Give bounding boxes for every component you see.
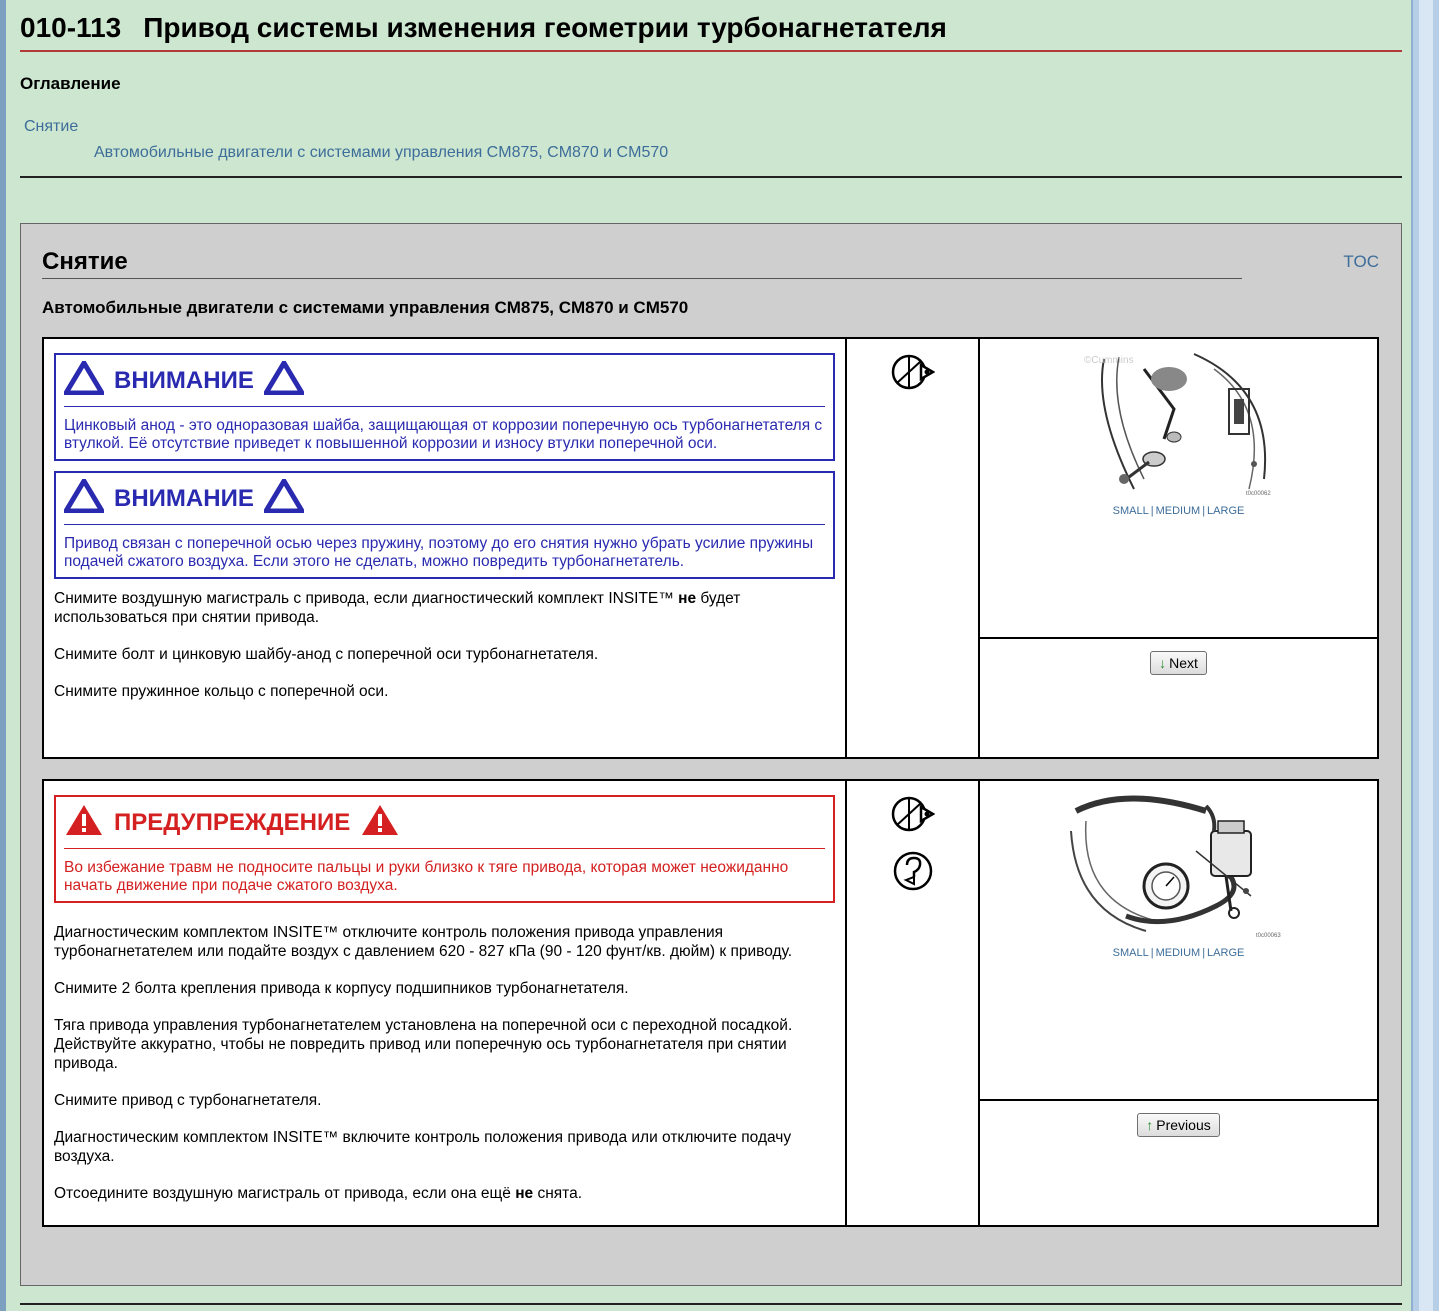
warning-triangle-icon [261, 358, 307, 400]
svg-text:t0c00063: t0c00063 [1256, 933, 1281, 939]
step-icon-column [847, 339, 980, 757]
warning-callout: ПРЕДУПРЕЖДЕНИЕ Во избежание травм не под… [54, 795, 835, 903]
procedure-step-1: ВНИМАНИЕ Цинковый анод - это одноразовая… [42, 337, 1379, 759]
instruction-paragraph: Снимите привод с турбонагнетателя. [54, 1091, 835, 1110]
danger-triangle-icon [360, 803, 400, 842]
toc-back-link[interactable]: TOC [1343, 252, 1379, 272]
instruction-paragraph: Снимите воздушную магистраль с привода, … [54, 589, 835, 627]
instruction-text: Снимите воздушную магистраль с привода, … [54, 590, 679, 607]
size-medium-link[interactable]: MEDIUM [1156, 947, 1201, 959]
caution-title: ВНИМАНИЕ [114, 484, 254, 512]
instruction-text: Диагностическим комплектом INSITE™ включ… [54, 1129, 792, 1165]
document-page: 010-113 Привод системы изменения геометри… [20, 0, 1402, 178]
size-medium-link[interactable]: MEDIUM [1156, 505, 1201, 517]
question-icon [892, 850, 934, 897]
warning-header: ПРЕДУПРЕЖДЕНИЕ [64, 803, 825, 849]
caution-text: Цинковый анод - это одноразовая шайба, з… [64, 417, 823, 452]
procedure-number: 010-113 [20, 12, 122, 43]
step-image-column: ©Cummins t0c00062 SMALL | MEDIUM | LARGE ↓ Ne… [980, 339, 1377, 757]
instruction-paragraph: Снимите пружинное кольцо с поперечной ос… [54, 682, 835, 701]
step-text-column: ВНИМАНИЕ Цинковый анод - это одноразовая… [44, 339, 847, 757]
step-text-column: ПРЕДУПРЕЖДЕНИЕ Во избежание травм не под… [44, 781, 847, 1225]
toc-heading: Оглавление [20, 74, 121, 93]
instruction-text: Диагностическим комплектом INSITE™ отклю… [54, 924, 793, 960]
instruction-paragraph: Снимите болт и цинковую шайбу-анод с поп… [54, 645, 835, 664]
section-title: Снятие [42, 248, 1242, 279]
svg-text:t0c00062: t0c00062 [1246, 491, 1271, 497]
image-size-links: SMALL | MEDIUM | LARGE [1112, 505, 1245, 517]
navigation-cell: ↑ Previous [980, 1101, 1377, 1225]
instruction-text: Снимите привод с турбонагнетателя. [54, 1092, 322, 1109]
caution-callout: ВНИМАНИЕ Привод связан с поперечной осью… [54, 471, 835, 579]
size-small-link[interactable]: SMALL [1113, 947, 1149, 959]
bottom-divider [20, 1303, 1402, 1305]
instruction-text: Снимите болт и цинковую шайбу-анод с поп… [54, 646, 599, 663]
caution-text: Привод связан с поперечной осью через пр… [64, 535, 814, 570]
next-label: Next [1169, 655, 1198, 671]
instruction-emphasis: не [515, 1185, 534, 1202]
scrollbar-track[interactable] [1419, 0, 1433, 1311]
instruction-paragraph: Снимите 2 болта крепления привода к корп… [54, 979, 835, 998]
instruction-text: Отсоедините воздушную магистраль от прив… [54, 1185, 516, 1202]
caution-callout: ВНИМАНИЕ Цинковый анод - это одноразовая… [54, 353, 835, 461]
danger-triangle-icon [64, 803, 104, 842]
procedure-step-2: ПРЕДУПРЕЖДЕНИЕ Во избежание травм не под… [42, 779, 1379, 1227]
previous-button[interactable]: ↑ Previous [1137, 1113, 1220, 1137]
instruction-text: Снимите 2 болта крепления привода к корп… [54, 980, 629, 997]
instruction-text: Тяга привода управления турбонагнетателе… [54, 1017, 793, 1072]
instruction-paragraph: Диагностическим комплектом INSITE™ отклю… [54, 923, 835, 961]
instruction-text: снята. [533, 1185, 583, 1202]
arrow-down-icon: ↓ [1159, 655, 1167, 671]
wrench-tool-icon [891, 795, 935, 838]
toc-link-removal[interactable]: Снятие [24, 118, 1402, 136]
turbo-illustration-2[interactable]: t0c00063 [1066, 791, 1291, 941]
instruction-text: Снимите пружинное кольцо с поперечной ос… [54, 683, 389, 700]
illustration-cell: ©Cummins t0c00062 SMALL | MEDIUM | LARGE [980, 339, 1377, 639]
step-image-column: t0c00063 SMALL | MEDIUM | LARGE ↑ Previous [980, 781, 1377, 1225]
step-icon-column [847, 781, 980, 1225]
image-size-links: SMALL | MEDIUM | LARGE [1112, 947, 1245, 959]
toc-link-engines[interactable]: Автомобильные двигатели с системами упра… [94, 144, 1402, 162]
svg-text:©Cummins: ©Cummins [1084, 355, 1134, 366]
size-small-link[interactable]: SMALL [1113, 505, 1149, 517]
toc-divider [20, 176, 1402, 178]
size-large-link[interactable]: LARGE [1207, 505, 1244, 517]
procedure-title: Привод системы изменения геометрии турбо… [143, 12, 947, 43]
page-title: 010-113 Привод системы изменения геометри… [20, 0, 1402, 52]
warning-triangle-icon [61, 358, 107, 400]
navigation-cell: ↓ Next [980, 639, 1377, 757]
removal-section: Снятие TOC Автомобильные двигатели с сис… [20, 223, 1402, 1286]
next-button[interactable]: ↓ Next [1150, 651, 1207, 675]
warning-title: ПРЕДУПРЕЖДЕНИЕ [114, 808, 351, 836]
window-left-border [0, 0, 6, 1311]
vertical-scrollbar[interactable] [1411, 0, 1439, 1311]
section-subtitle: Автомобильные двигатели с системами упра… [42, 298, 689, 317]
instruction-emphasis: не [678, 590, 697, 607]
size-large-link[interactable]: LARGE [1207, 947, 1244, 959]
instruction-paragraph: Отсоедините воздушную магистраль от прив… [54, 1184, 835, 1203]
warning-text: Во избежание травм не подносите пальцы и… [64, 859, 789, 894]
caution-title: ВНИМАНИЕ [114, 366, 254, 394]
warning-triangle-icon [261, 476, 307, 518]
warning-triangle-icon [61, 476, 107, 518]
caution-header: ВНИМАНИЕ [61, 358, 825, 407]
wrench-tool-icon [891, 353, 935, 396]
caution-header: ВНИМАНИЕ [61, 476, 825, 525]
previous-label: Previous [1156, 1117, 1211, 1133]
turbo-illustration-1[interactable]: ©Cummins t0c00062 [1073, 349, 1284, 499]
instruction-paragraph: Тяга привода управления турбонагнетателе… [54, 1016, 835, 1073]
arrow-up-icon: ↑ [1146, 1117, 1154, 1133]
instruction-paragraph: Диагностическим комплектом INSITE™ включ… [54, 1128, 835, 1166]
illustration-cell: t0c00063 SMALL | MEDIUM | LARGE [980, 781, 1377, 1101]
